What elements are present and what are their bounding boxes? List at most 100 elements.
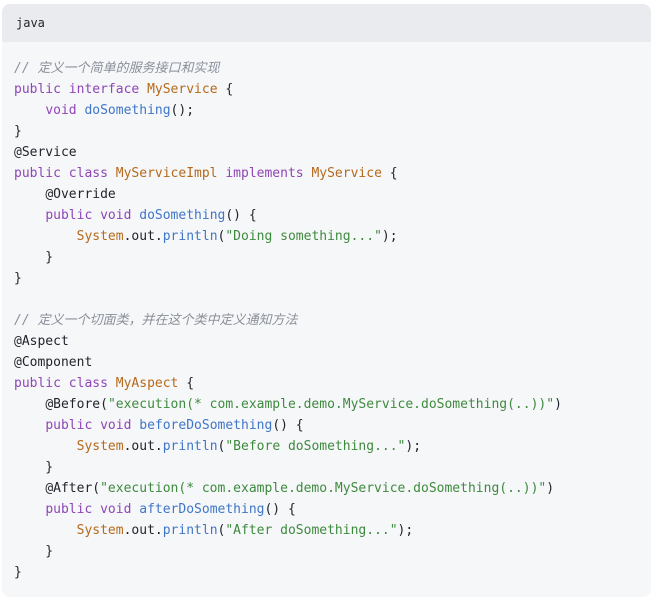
code-keyword: void <box>45 103 77 118</box>
code-language-label: java <box>16 16 45 30</box>
code-text: ); <box>405 439 422 454</box>
code-line: @Before("execution(* com.example.demo.My… <box>14 394 651 415</box>
code-annotation: @Before <box>45 397 101 412</box>
code-keyword: void <box>100 502 132 517</box>
code-text: .out. <box>123 523 163 538</box>
code-line: @Aspect <box>14 331 651 352</box>
code-comment: // 定义一个切面类，并在这个类中定义通知方法 <box>14 313 298 328</box>
code-string: "Doing something..." <box>225 229 382 244</box>
code-string: "execution(* com.example.demo.MyService.… <box>107 397 555 412</box>
code-line: } <box>14 457 651 478</box>
code-text: { <box>178 376 195 391</box>
code-text: (); <box>170 103 195 118</box>
code-line: public class MyAspect { <box>14 373 651 394</box>
code-keyword: interface <box>68 82 140 97</box>
code-keyword: public <box>45 418 93 433</box>
code-keyword: public <box>45 208 93 223</box>
code-type: MyService <box>147 82 218 97</box>
code-annotation: @Component <box>14 355 93 370</box>
code-line: public class MyServiceImpl implements My… <box>14 163 651 184</box>
code-keyword: class <box>68 376 108 391</box>
code-line: @Override <box>14 184 651 205</box>
code-keyword: void <box>100 208 132 223</box>
code-line: } <box>14 268 651 289</box>
code-line: } <box>14 541 651 562</box>
code-line: System.out.println("Doing something...")… <box>14 226 651 247</box>
code-text: { <box>381 166 398 181</box>
code-keyword: void <box>100 418 132 433</box>
code-line: // 定义一个简单的服务接口和实现 <box>14 58 651 79</box>
code-text: ( <box>92 481 101 496</box>
code-function: println <box>162 439 218 454</box>
code-text: } <box>14 124 22 139</box>
code-string: "Before doSomething..." <box>225 439 406 454</box>
code-line: void doSomething(); <box>14 100 651 121</box>
code-line: public void afterDoSomething() { <box>14 499 651 520</box>
code-text: } <box>14 565 22 580</box>
code-annotation: @Service <box>14 145 77 160</box>
code-function: println <box>162 229 218 244</box>
code-annotation: @Aspect <box>14 334 69 349</box>
code-string: "After doSomething..." <box>225 523 398 538</box>
code-line: System.out.println("Before doSomething..… <box>14 436 651 457</box>
code-keyword: public <box>14 166 61 181</box>
code-text: } <box>14 271 22 286</box>
code-keyword: public <box>14 82 61 97</box>
code-type: MyAspect <box>115 376 179 391</box>
code-text: ) <box>546 481 555 496</box>
code-line: } <box>14 121 651 142</box>
code-type: MyService <box>311 166 382 181</box>
code-annotation: @After <box>45 481 93 496</box>
code-text: ); <box>381 229 398 244</box>
code-function: beforeDoSomething <box>139 418 273 433</box>
code-line: public void doSomething() { <box>14 205 651 226</box>
code-text: ) <box>554 397 562 412</box>
code-text: { <box>217 82 234 97</box>
code-line: public interface MyService { <box>14 79 651 100</box>
code-function: doSomething <box>84 103 171 118</box>
code-string: "execution(* com.example.demo.MyService.… <box>100 481 547 496</box>
code-line: } <box>14 562 651 583</box>
code-type: System <box>76 439 124 454</box>
code-function: println <box>162 523 218 538</box>
code-text: } <box>14 544 54 559</box>
code-text: .out. <box>123 229 163 244</box>
code-type: MyServiceImpl <box>115 166 218 181</box>
code-content[interactable]: // 定义一个简单的服务接口和实现 public interface MyServ… <box>2 42 651 583</box>
code-line: System.out.println("After doSomething...… <box>14 520 651 541</box>
code-line: // 定义一个切面类，并在这个类中定义通知方法 <box>14 310 651 331</box>
code-function: doSomething <box>139 208 226 223</box>
code-keyword: implements <box>225 166 304 181</box>
code-line: @Service <box>14 142 651 163</box>
code-line: } <box>14 247 651 268</box>
code-keyword: public <box>14 376 61 391</box>
code-line: @Component <box>14 352 651 373</box>
code-type: System <box>76 523 124 538</box>
code-text: () { <box>272 418 304 433</box>
code-keyword: public <box>45 502 93 517</box>
code-language-header: java <box>2 4 651 42</box>
code-line: public void beforeDoSomething() { <box>14 415 651 436</box>
code-text: ( <box>100 397 108 412</box>
code-text: () { <box>264 502 296 517</box>
code-text: } <box>14 460 54 475</box>
code-keyword: class <box>68 166 108 181</box>
code-type: System <box>76 229 124 244</box>
